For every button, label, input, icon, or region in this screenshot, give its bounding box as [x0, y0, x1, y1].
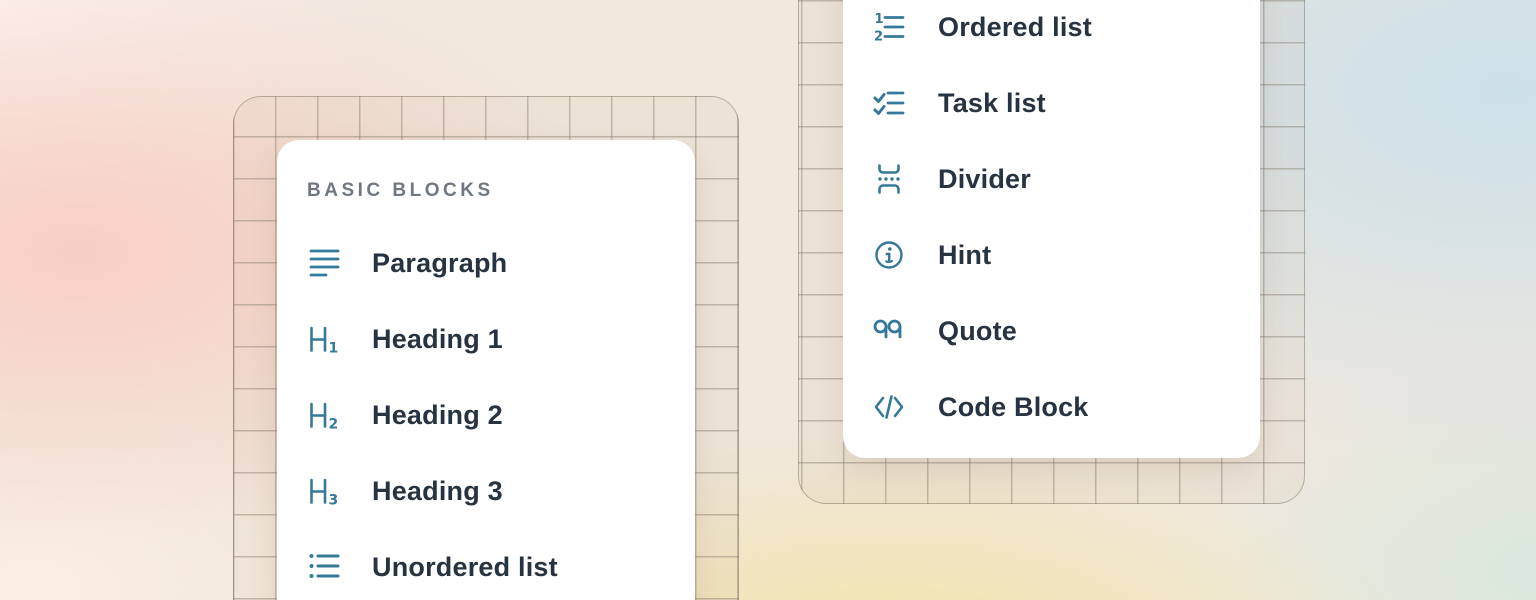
menu-item-quote[interactable]: Quote — [872, 293, 1231, 369]
menu-item-heading-3[interactable]: 3 Heading 3 — [307, 453, 665, 529]
menu-item-heading-2[interactable]: 2 Heading 2 — [307, 377, 665, 453]
menu-item-label: Code Block — [938, 392, 1089, 423]
menu-item-ordered-list[interactable]: 1 2 Ordered list — [872, 0, 1231, 65]
canvas: BASIC BLOCKS Paragraph 1 Heading 1 — [0, 0, 1536, 600]
unordered-list-icon — [307, 550, 341, 584]
menu-item-hint[interactable]: Hint — [872, 217, 1231, 293]
menu-item-paragraph[interactable]: Paragraph — [307, 225, 665, 301]
svg-text:2: 2 — [874, 30, 883, 45]
svg-text:3: 3 — [329, 493, 339, 509]
menu-item-task-list[interactable]: Task list — [872, 65, 1231, 141]
heading-1-icon: 1 — [307, 322, 341, 356]
menu-item-label: Paragraph — [372, 248, 507, 279]
quote-icon — [872, 314, 906, 348]
menu-item-unordered-list[interactable]: Unordered list — [307, 529, 665, 600]
divider-icon — [872, 162, 906, 196]
heading-3-icon: 3 — [307, 474, 341, 508]
svg-text:2: 2 — [329, 417, 339, 433]
paragraph-icon — [307, 246, 341, 280]
menu-item-label: Divider — [938, 164, 1031, 195]
menu-item-label: Ordered list — [938, 12, 1092, 43]
block-menu-basic-blocks: BASIC BLOCKS Paragraph 1 Heading 1 — [277, 140, 695, 600]
svg-text:1: 1 — [875, 12, 884, 27]
block-menu-lists: 1 2 Ordered list Task list — [843, 0, 1260, 458]
heading-2-icon: 2 — [307, 398, 341, 432]
menu-item-divider[interactable]: Divider — [872, 141, 1231, 217]
menu-item-label: Heading 3 — [372, 476, 503, 507]
menu-item-code-block[interactable]: Code Block — [872, 369, 1231, 445]
menu-item-label: Heading 2 — [372, 400, 503, 431]
section-header: BASIC BLOCKS — [307, 180, 665, 202]
ordered-list-icon: 1 2 — [872, 10, 906, 44]
menu-item-label: Hint — [938, 240, 991, 271]
menu-item-label: Heading 1 — [372, 324, 503, 355]
menu-item-label: Quote — [938, 316, 1017, 347]
hint-icon — [872, 238, 906, 272]
task-list-icon — [872, 86, 906, 120]
menu-item-label: Task list — [938, 88, 1046, 119]
menu-item-label: Unordered list — [372, 552, 558, 583]
menu-item-heading-1[interactable]: 1 Heading 1 — [307, 301, 665, 377]
code-block-icon — [872, 390, 906, 424]
svg-text:1: 1 — [329, 341, 339, 357]
